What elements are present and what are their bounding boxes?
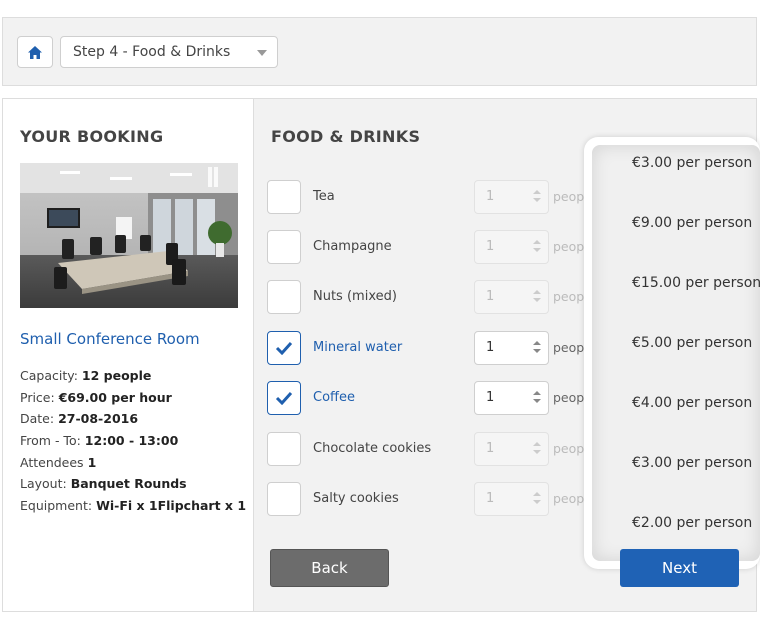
detail-attendees: Attendees 1 (20, 454, 97, 470)
spinner-up-icon[interactable] (533, 341, 541, 345)
food-item-price: €5.00 per person (632, 335, 753, 351)
food-item-price: €4.00 per person (632, 395, 753, 411)
home-button[interactable] (17, 36, 53, 68)
quantity-value: 1 (486, 390, 495, 405)
food-item-name: Salty cookies (313, 491, 399, 506)
spinner-down-icon[interactable] (533, 198, 541, 202)
price-list: €3.00 per person €9.00 per person €15.00 p… (592, 145, 760, 561)
food-item-price: €3.00 per person (632, 455, 753, 471)
detail-price: Price: €69.00 per hour (20, 389, 172, 405)
food-item-row: Nuts (mixed) 1 people (267, 280, 597, 314)
food-item-price: €15.00 per person (632, 275, 760, 291)
back-button[interactable]: Back (270, 549, 389, 587)
step-select-value: Step 4 - Food & Drinks (73, 44, 231, 60)
spinner-down-icon[interactable] (533, 248, 541, 252)
next-button[interactable]: Next (620, 549, 739, 587)
chevron-down-icon (257, 50, 267, 56)
quantity-value: 1 (486, 340, 495, 355)
wizard-header: Step 4 - Food & Drinks (2, 17, 757, 86)
food-item-row: Salty cookies 1 people (267, 482, 597, 516)
quantity-spinner[interactable] (533, 442, 541, 458)
food-item-price: €2.00 per person (632, 515, 753, 531)
spinner-up-icon[interactable] (533, 391, 541, 395)
food-item-checkbox[interactable] (267, 280, 301, 314)
spinner-up-icon[interactable] (533, 240, 541, 244)
food-item-quantity[interactable]: 1 (474, 230, 549, 264)
quantity-spinner[interactable] (533, 391, 541, 407)
booking-heading: YOUR BOOKING (20, 127, 164, 146)
quantity-value: 1 (486, 189, 495, 204)
food-item-price: €9.00 per person (632, 215, 753, 231)
spinner-up-icon[interactable] (533, 442, 541, 446)
food-item-quantity[interactable]: 1 (474, 482, 549, 516)
quantity-value: 1 (486, 239, 495, 254)
price-panel: €3.00 per person €9.00 per person €15.00 p… (584, 137, 760, 569)
quantity-spinner[interactable] (533, 341, 541, 357)
food-item-quantity[interactable]: 1 (474, 180, 549, 214)
spinner-down-icon[interactable] (533, 500, 541, 504)
food-item-name: Mineral water (313, 340, 403, 355)
food-item-quantity[interactable]: 1 (474, 381, 549, 415)
food-heading: FOOD & DRINKS (271, 127, 421, 146)
spinner-up-icon[interactable] (533, 492, 541, 496)
detail-capacity: Capacity: 12 people (20, 368, 152, 383)
food-item-checkbox[interactable] (267, 482, 301, 516)
food-item-name: Tea (313, 189, 335, 204)
food-item-checkbox[interactable] (267, 331, 301, 365)
quantity-spinner[interactable] (533, 240, 541, 256)
spinner-down-icon[interactable] (533, 399, 541, 403)
food-item-checkbox[interactable] (267, 381, 301, 415)
booking-summary: YOUR BOOKING Small Conference Room Capac… (3, 99, 254, 611)
food-item-checkbox[interactable] (267, 180, 301, 214)
quantity-spinner[interactable] (533, 290, 541, 306)
spinner-up-icon[interactable] (533, 290, 541, 294)
quantity-spinner[interactable] (533, 190, 541, 206)
food-item-row: Coffee 1 people (267, 381, 597, 415)
food-item-price: €3.00 per person (632, 155, 753, 171)
detail-date: Date: 27-08-2016 (20, 411, 139, 427)
food-item-row: Mineral water 1 people (267, 331, 597, 365)
food-item-quantity[interactable]: 1 (474, 331, 549, 365)
checkmark-icon (275, 341, 293, 355)
room-name-link[interactable]: Small Conference Room (20, 330, 200, 348)
checkmark-icon (275, 391, 293, 405)
detail-from-to: From - To: 12:00 - 13:00 (20, 433, 179, 449)
quantity-value: 1 (486, 289, 495, 304)
detail-layout: Layout: Banquet Rounds (20, 476, 187, 492)
food-item-checkbox[interactable] (267, 432, 301, 466)
detail-equipment: Equipment: Wi-Fi x 1Flipchart x 1 (20, 498, 247, 514)
spinner-up-icon[interactable] (533, 190, 541, 194)
food-item-row: Champagne 1 people (267, 230, 597, 264)
food-item-quantity[interactable]: 1 (474, 432, 549, 466)
food-item-name: Chocolate cookies (313, 441, 432, 456)
food-item-checkbox[interactable] (267, 230, 301, 264)
step-select[interactable]: Step 4 - Food & Drinks (60, 36, 278, 68)
spinner-down-icon[interactable] (533, 298, 541, 302)
food-item-row: Tea 1 people (267, 180, 597, 214)
room-photo (20, 163, 238, 308)
home-icon (28, 45, 42, 59)
spinner-down-icon[interactable] (533, 450, 541, 454)
food-item-name: Champagne (313, 239, 392, 254)
food-item-quantity[interactable]: 1 (474, 280, 549, 314)
quantity-value: 1 (486, 441, 495, 456)
booking-details: Capacity: 12 people Price: €69.00 per ho… (20, 365, 246, 517)
food-item-row: Chocolate cookies 1 people (267, 432, 597, 466)
spinner-down-icon[interactable] (533, 349, 541, 353)
quantity-spinner[interactable] (533, 492, 541, 508)
food-item-name: Nuts (mixed) (313, 289, 397, 304)
quantity-value: 1 (486, 491, 495, 506)
food-item-name: Coffee (313, 390, 355, 405)
